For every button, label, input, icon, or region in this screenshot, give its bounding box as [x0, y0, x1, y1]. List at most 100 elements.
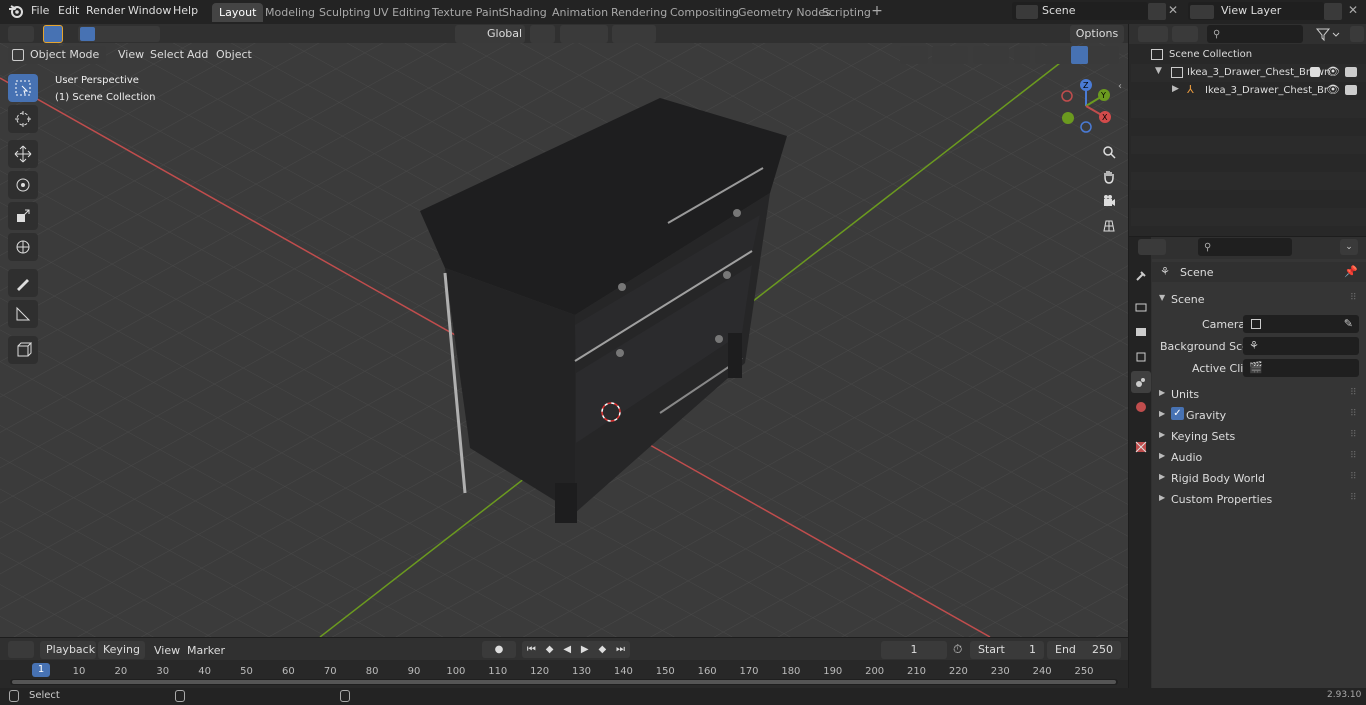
menu-render[interactable]: Render [86, 4, 125, 17]
measure-tool[interactable] [8, 300, 38, 328]
eye-icon[interactable]: 👁 [1326, 83, 1340, 96]
3d-viewport[interactable]: User Perspective (1) Scene Collection [0, 43, 1128, 637]
select-new-icon[interactable] [80, 27, 95, 41]
menu-edit[interactable]: Edit [58, 4, 79, 17]
properties-search-input[interactable]: ⚲ [1198, 238, 1292, 256]
drag-handle-icon[interactable]: ⠿ [1350, 430, 1357, 440]
menu-object[interactable]: Object [216, 48, 252, 61]
cursor-tool[interactable] [8, 105, 38, 133]
background-scene-field[interactable]: ⚘ [1243, 337, 1359, 355]
play-reverse-icon[interactable]: ◀ [563, 644, 571, 655]
jump-start-icon[interactable]: ⏮ [527, 644, 536, 655]
prev-keyframe-icon[interactable]: ◆ [546, 644, 554, 655]
delete-view-layer-icon[interactable]: ✕ [1346, 3, 1360, 20]
output-tab-icon[interactable] [1131, 321, 1151, 343]
timeline-scrollbar[interactable] [10, 679, 1118, 685]
solid-shading-icon[interactable] [1071, 46, 1088, 64]
camera-field[interactable]: ✎ [1243, 315, 1359, 333]
audio-panel-header[interactable]: ▶ Audio ⠿ [1152, 447, 1366, 467]
pan-hand-icon[interactable] [1098, 166, 1120, 188]
expand-down-icon[interactable]: ▼ [1155, 66, 1162, 76]
drag-handle-icon[interactable]: ⠿ [1350, 451, 1357, 461]
menu-file[interactable]: File [31, 4, 49, 17]
editor-type-icon[interactable] [8, 26, 34, 42]
filter-icon[interactable] [1315, 26, 1345, 42]
snap-icon[interactable] [560, 25, 608, 43]
keying-sets-panel-header[interactable]: ▶ Keying Sets ⠿ [1152, 426, 1366, 446]
next-keyframe-icon[interactable]: ◆ [598, 644, 606, 655]
annotate-tool[interactable] [8, 269, 38, 297]
tab-layout[interactable]: Layout [212, 3, 264, 22]
custom-properties-panel-header[interactable]: ▶ Custom Properties ⠿ [1152, 489, 1366, 509]
new-view-layer-icon[interactable] [1324, 3, 1342, 20]
transform-tool[interactable] [8, 233, 38, 261]
options-dropdown[interactable]: Options [1070, 25, 1124, 43]
jump-end-icon[interactable]: ⏭ [616, 644, 625, 655]
scene-panel-header[interactable]: ▼ Scene ⠿ [1152, 289, 1366, 309]
add-workspace-icon[interactable]: + [870, 4, 884, 18]
sidebar-toggle-icon[interactable]: ‹ [1118, 81, 1122, 92]
scrollbar-thumb[interactable] [12, 680, 1116, 684]
properties-options-icon[interactable]: ⌄ [1340, 239, 1358, 255]
shading-buttons[interactable] [1035, 46, 1119, 64]
move-tool[interactable] [8, 140, 38, 168]
selection-mode-buttons[interactable] [78, 26, 160, 42]
visibility-icon[interactable] [900, 46, 928, 64]
camera-render-icon[interactable] [1345, 85, 1357, 95]
world-tab-icon[interactable] [1131, 396, 1151, 418]
play-icon[interactable]: ▶ [581, 644, 589, 655]
pivot-point-icon[interactable] [530, 25, 555, 43]
scene-icon[interactable] [1016, 5, 1038, 19]
texture-tab-icon[interactable] [1131, 436, 1151, 458]
outliner-search-input[interactable]: ⚲ [1207, 25, 1303, 43]
rigid-body-world-panel-header[interactable]: ▶ Rigid Body World ⠿ [1152, 468, 1366, 488]
drag-handle-icon[interactable]: ⠿ [1350, 409, 1357, 419]
blender-logo-icon[interactable] [8, 3, 24, 22]
exclude-checkbox[interactable] [1310, 67, 1320, 77]
outliner-editor-type-icon[interactable] [1138, 26, 1168, 42]
menu-help[interactable]: Help [173, 4, 198, 17]
timeline-editor-type-icon[interactable] [8, 641, 34, 658]
add-cube-tool[interactable] [8, 336, 38, 364]
units-panel-header[interactable]: ▶ Units ⠿ [1152, 384, 1366, 404]
menu-view[interactable]: View [118, 48, 144, 61]
camera-view-icon[interactable] [1098, 190, 1120, 212]
tab-scripting[interactable]: Scripting [815, 3, 878, 22]
gravity-checkbox[interactable]: ✓ [1171, 407, 1184, 420]
start-frame-field[interactable]: Start 1 [970, 641, 1044, 659]
render-tab-icon[interactable] [1131, 296, 1151, 318]
transform-orientation-dropdown[interactable]: Global [455, 25, 525, 43]
outliner-scene-collection[interactable]: Scene Collection [1131, 46, 1366, 64]
keying-dropdown[interactable]: Keying ⌄ [98, 641, 145, 673]
menu-window[interactable]: Window [128, 4, 171, 17]
drag-handle-icon[interactable]: ⠿ [1350, 493, 1357, 503]
delete-scene-icon[interactable]: ✕ [1166, 3, 1180, 20]
zoom-icon[interactable] [1098, 141, 1120, 163]
current-frame-marker[interactable]: 1 [32, 663, 50, 677]
menu-select[interactable]: Select [150, 48, 184, 61]
outliner-collection-row[interactable]: ▼ Ikea_3_Drawer_Chest_Brown 👁 [1131, 64, 1366, 82]
expand-right-icon[interactable]: ▶ [1172, 84, 1179, 94]
record-icon[interactable]: ● [482, 641, 516, 658]
drag-handle-icon[interactable]: ⠿ [1350, 293, 1357, 303]
pin-icon[interactable]: 📌 [1344, 265, 1358, 278]
proportional-edit-icon[interactable] [612, 25, 656, 43]
display-mode-icon[interactable] [1172, 26, 1198, 42]
drag-handle-icon[interactable]: ⠿ [1350, 472, 1357, 482]
drag-handle-icon[interactable]: ⠿ [1350, 388, 1357, 398]
eyedropper-icon[interactable]: ✎ [1344, 315, 1353, 333]
xray-icon[interactable] [1014, 46, 1030, 64]
select-tool-icon[interactable] [43, 25, 63, 43]
overlays-icon[interactable] [973, 46, 1009, 64]
camera-render-icon[interactable] [1345, 67, 1357, 77]
stopwatch-icon[interactable]: ⏱ [953, 642, 962, 657]
eye-icon[interactable]: 👁 [1326, 65, 1340, 78]
end-frame-field[interactable]: End 250 [1047, 641, 1121, 659]
new-scene-icon[interactable] [1148, 3, 1166, 20]
playback-dropdown[interactable]: Playback ⌄ [40, 641, 96, 673]
outliner-object-row[interactable]: ▶ ⅄ Ikea_3_Drawer_Chest_Br 👁 [1131, 82, 1366, 100]
menu-add[interactable]: Add [187, 48, 208, 61]
active-clip-field[interactable]: 🎬 [1243, 359, 1359, 377]
properties-editor-type-icon[interactable] [1138, 239, 1166, 255]
gizmo-toggle-icon[interactable] [932, 46, 968, 64]
